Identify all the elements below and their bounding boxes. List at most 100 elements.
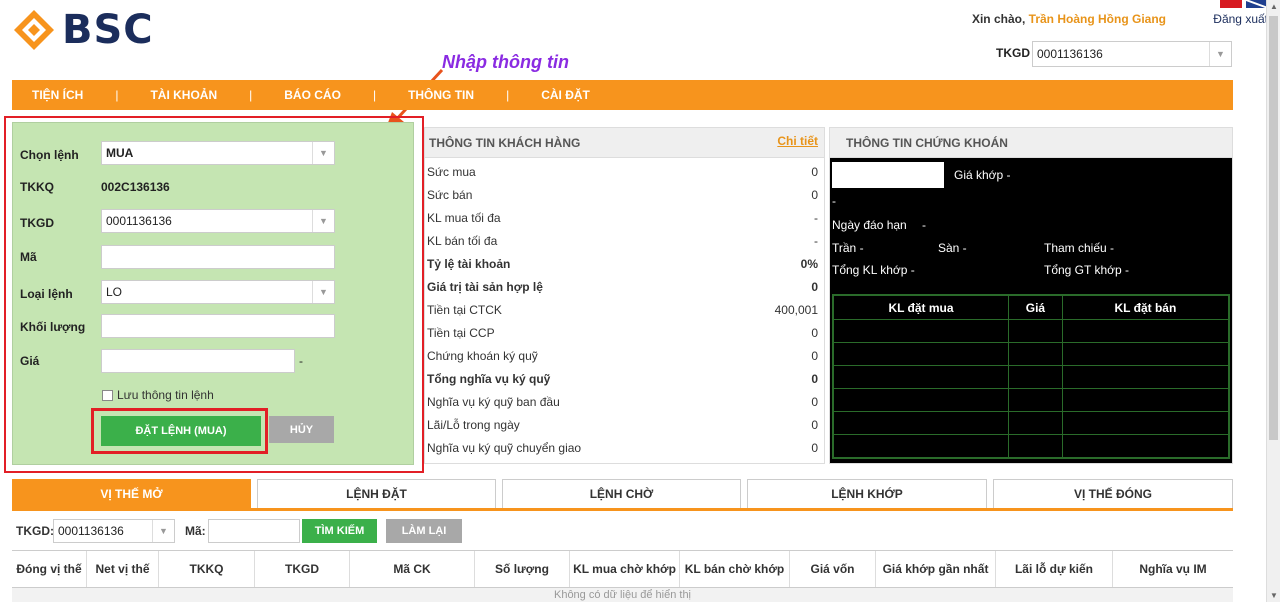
loai-lenh-label: Loại lệnh (20, 287, 73, 301)
tab-lenh-cho[interactable]: LỆNH CHỜ (502, 479, 741, 509)
column-header[interactable]: Giá khớp gần nhất (876, 551, 996, 587)
info-value: 0 (811, 348, 818, 363)
tkkq-label: TKKQ (20, 180, 54, 194)
filter-tkgd-select[interactable]: 0001136136 ▼ (53, 519, 175, 543)
ma-input[interactable] (101, 245, 335, 269)
symbol-input[interactable] (832, 162, 944, 188)
info-row: Chứng khoán ký quỹ 0 (427, 344, 818, 367)
column-header[interactable]: Đóng vị thế (12, 551, 87, 587)
menu-item-bao-cao[interactable]: BÁO CÁO (284, 88, 341, 102)
user-name: Trần Hoàng Hồng Giang (1028, 12, 1166, 26)
filter-ma-label: Mã: (185, 524, 206, 538)
info-value: 0 (811, 325, 818, 340)
column-header[interactable]: Net vị thế (87, 551, 159, 587)
info-row: Nghĩa vụ ký quỹ chuyển giao 0 (427, 436, 818, 459)
info-row: Sức bán 0 (427, 183, 818, 206)
reset-button[interactable]: LÀM LẠI (386, 519, 462, 543)
securities-info-title: THÔNG TIN CHỨNG KHOÁN (846, 136, 1008, 150)
menu-item-tien-ich[interactable]: TIỆN ÍCH (32, 88, 83, 102)
bsc-logo-icon (14, 10, 54, 50)
loai-lenh-select[interactable]: LO ▼ (101, 280, 335, 304)
scroll-up-icon[interactable]: ▲ (1270, 2, 1278, 11)
search-button[interactable]: TÌM KIẾM (302, 519, 377, 543)
info-row: Sức mua 0 (427, 160, 818, 183)
info-value: 0 (811, 371, 818, 386)
info-row: KL mua tối đa - (427, 206, 818, 229)
chevron-down-icon: ▼ (312, 210, 334, 232)
column-header[interactable]: Số lượng (475, 551, 570, 587)
place-order-button[interactable]: ĐẶT LỆNH (MUA) (101, 416, 261, 446)
chevron-down-icon: ▼ (312, 281, 334, 303)
logout-link[interactable]: Đăng xuất (1213, 12, 1268, 26)
info-value: 0 (811, 440, 818, 455)
cancel-button[interactable]: HỦY (269, 416, 334, 443)
uk-flag-icon[interactable] (1246, 0, 1268, 8)
scrollbar-thumb[interactable] (1269, 16, 1278, 440)
column-header[interactable]: KL mua chờ khớp (570, 551, 680, 587)
column-header[interactable]: Mã CK (350, 551, 475, 587)
filter-ma-input[interactable] (208, 519, 300, 543)
bsc-logo[interactable]: BSC (12, 7, 212, 53)
tab-vi-the-dong[interactable]: VỊ THẾ ĐÓNG (993, 479, 1233, 509)
tran: Trần - (832, 241, 864, 255)
scroll-down-icon[interactable]: ▼ (1270, 591, 1278, 600)
info-row: Tiền tại CTCK 400,001 (427, 298, 818, 321)
gia-input[interactable] (101, 349, 295, 373)
info-label: Tỷ lệ tài khoản (427, 256, 511, 271)
khoi-luong-label: Khối lượng (20, 320, 86, 334)
menu-separator: | (249, 88, 253, 102)
menu-item-tai-khoan[interactable]: TÀI KHOẢN (150, 88, 217, 102)
info-value: 0 (811, 164, 818, 179)
tab-lenh-dat[interactable]: LỆNH ĐẶT (257, 479, 496, 509)
language-flags (1220, 0, 1268, 8)
info-row: Giá trị tài sản hợp lệ 0 (427, 275, 818, 298)
khoi-luong-input[interactable] (101, 314, 335, 338)
vietnam-flag-icon[interactable] (1220, 0, 1242, 8)
save-info-label: Lưu thông tin lệnh (117, 388, 214, 402)
tkgd-select[interactable]: 0001136136 ▼ (101, 209, 335, 233)
info-row: Nghĩa vụ ký quỹ ban đầu 0 (427, 390, 818, 413)
tab-lenh-khop[interactable]: LỆNH KHỚP (747, 479, 987, 509)
column-header[interactable]: Nghĩa vụ IM (1113, 551, 1233, 587)
info-label: Sức bán (427, 187, 473, 202)
info-label: Giá trị tài sản hợp lệ (427, 279, 543, 294)
column-header[interactable]: TKGD (255, 551, 350, 587)
customer-info-header: THÔNG TIN KHÁCH HÀNG Chi tiết (425, 128, 824, 158)
tham-chieu: Tham chiếu - (1044, 241, 1115, 255)
info-value: 0 (811, 187, 818, 202)
info-label: Nghĩa vụ ký quỹ chuyển giao (427, 440, 582, 455)
gia-khop: Giá khớp - (954, 168, 1011, 182)
save-info-checkbox[interactable] (102, 390, 113, 401)
tkgd-label: TKGD (20, 216, 54, 230)
column-header[interactable]: KL bán chờ khớp (680, 551, 790, 587)
chon-lenh-value: MUA (106, 146, 134, 160)
filter-tkgd-label: TKGD: (16, 524, 54, 538)
menu-item-thong-tin[interactable]: THÔNG TIN (408, 88, 474, 102)
customer-info-title: THÔNG TIN KHÁCH HÀNG (429, 136, 581, 150)
chevron-down-icon: ▼ (152, 520, 174, 542)
grid-header: KL đặt mua (833, 295, 1009, 320)
page-scrollbar[interactable]: ▲ ▼ (1266, 0, 1280, 602)
menu-item-cai-dat[interactable]: CÀI ĐẶT (541, 88, 590, 102)
column-header[interactable]: Lãi lỗ dự kiến (996, 551, 1113, 587)
loai-lenh-value: LO (106, 285, 123, 299)
header-tkgd-label: TKGD (996, 46, 1030, 60)
tab-vi-the-mo[interactable]: VỊ THẾ MỞ (12, 479, 251, 509)
info-row: Tiền tại CCP 0 (427, 321, 818, 344)
info-row: KL bán tối đa - (427, 229, 818, 252)
info-row: Tổng nghĩa vụ ký quỹ 0 (427, 367, 818, 390)
tkgd-value: 0001136136 (106, 214, 172, 228)
menu-separator: | (506, 88, 510, 102)
info-row: Tỷ lệ tài khoản 0% (427, 252, 818, 275)
column-header[interactable]: Giá vốn (790, 551, 876, 587)
positions-table-header: Đóng vị thế Net vị thế TKKQ TKGD Mã CK S… (12, 550, 1233, 588)
header-tkgd-select[interactable]: 0001136136 ▼ (1032, 41, 1232, 67)
info-label: KL mua tối đa (427, 210, 501, 225)
chon-lenh-select[interactable]: MUA ▼ (101, 141, 335, 165)
securities-info-panel: THÔNG TIN CHỨNG KHOÁN Giá khớp - - Ngày … (829, 127, 1233, 464)
detail-link[interactable]: Chi tiết (777, 134, 818, 148)
grid-header: KL đặt bán (1061, 295, 1230, 320)
column-header[interactable]: TKKQ (159, 551, 255, 587)
gia-suffix: - (299, 354, 303, 368)
header-tkgd-value: 0001136136 (1037, 47, 1103, 61)
